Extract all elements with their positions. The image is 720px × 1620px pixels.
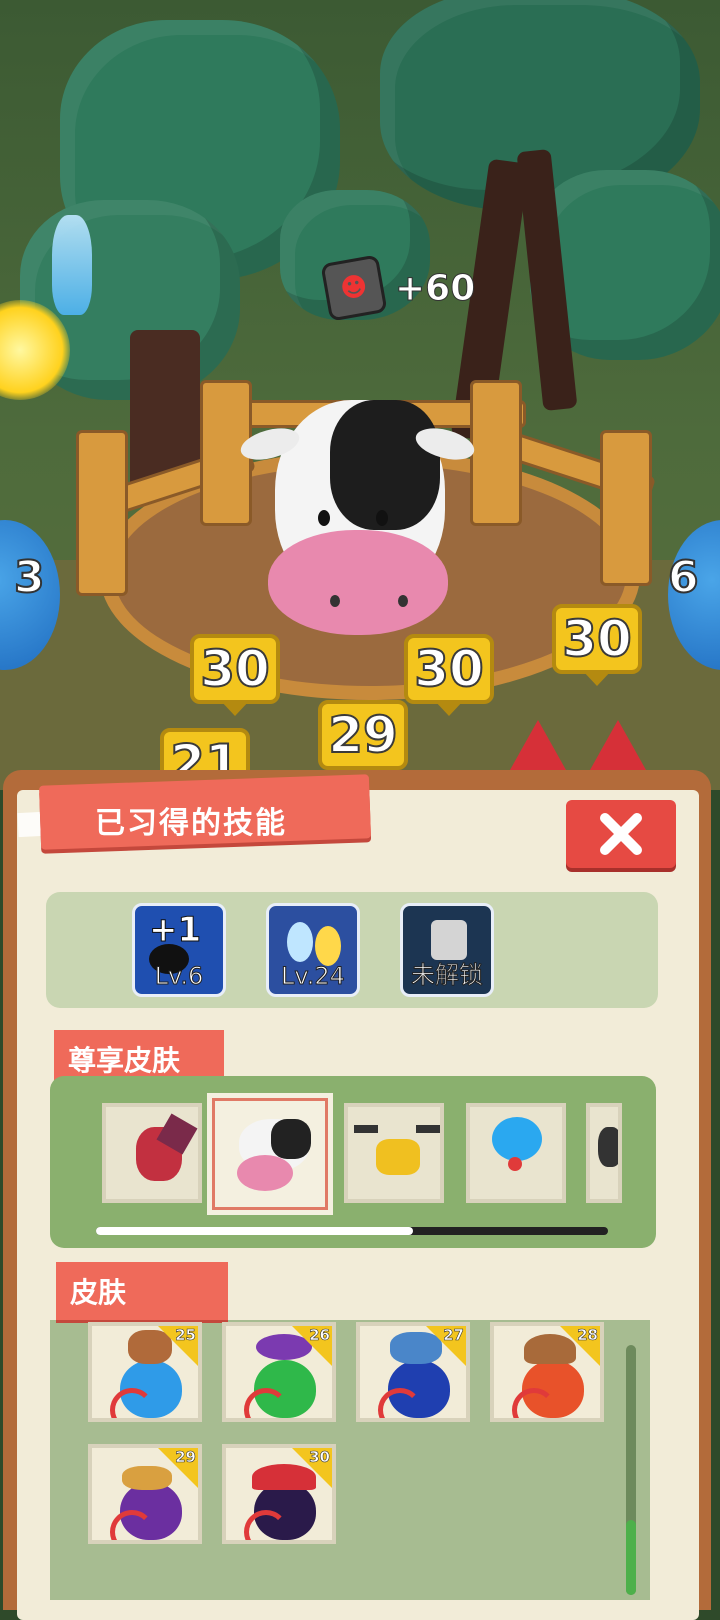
cow-muzzle-icon [237,1155,293,1191]
skill-level: 未解锁 [411,961,484,990]
propeller-icon [354,1125,378,1133]
cow-muzzle [268,530,448,635]
red-creature-ear [590,720,646,770]
skin-level: 28 [577,1326,598,1344]
counter-badge: 30 [552,604,642,694]
scrollbar-thumb[interactable] [96,1227,414,1235]
panel-title: 已习得的技能 [95,806,287,841]
skins-header: 皮肤 [56,1262,228,1320]
reward-amount: +60 [394,267,476,309]
skill-locked[interactable]: 未解锁 [400,903,494,997]
jelly-mouth-icon [508,1157,522,1171]
counter-value: 30 [561,609,633,669]
feather-icon [287,922,313,962]
skill-plus-one[interactable]: +1 Lv.6 [132,903,226,997]
reward-popup: ☻ +60 [320,254,476,322]
feather-icon [315,926,341,966]
fence-post [76,430,128,596]
skins-scrollbar[interactable] [626,1345,636,1595]
skill-feather[interactable]: Lv.24 [266,903,360,997]
cow-nostril [330,595,340,607]
cat-icon [598,1127,618,1167]
fence-post [470,380,522,526]
cow-character[interactable] [237,380,478,650]
egg-left-count: 3 [13,551,46,604]
counter-value: 30 [199,639,271,699]
skill-level: Lv.24 [281,962,346,991]
egg-right-count: 6 [667,551,700,604]
fence-post [600,430,652,586]
counter-value: 30 [413,639,485,699]
counter-value: 29 [327,705,399,765]
scrollbar-thumb[interactable] [626,1520,636,1595]
premium-skin-cat[interactable] [586,1103,622,1203]
cow-eye [376,510,388,526]
cow-spot-icon [271,1119,311,1159]
skin-level: 27 [443,1326,464,1344]
close-button[interactable] [566,800,676,868]
skin-level: 25 [175,1326,196,1344]
skin-card[interactable]: 27 [356,1322,470,1422]
skin-level: 26 [309,1326,330,1344]
skill-level: Lv.6 [154,962,204,991]
cow-eye [318,510,330,526]
game-scene: ☻ +60 30 30 30 29 21 3 6 [0,0,720,790]
red-creature-ear [510,720,566,770]
lock-icon [431,920,467,960]
counter-badge: 30 [404,634,494,724]
skin-card[interactable]: 25 [88,1322,202,1422]
premium-skins-scrollbar[interactable] [96,1227,608,1235]
cow-nostril [398,595,408,607]
premium-skin-jelly[interactable] [466,1103,566,1203]
skin-level: 29 [175,1448,196,1466]
premium-skin-drone[interactable] [344,1103,444,1203]
skin-card[interactable]: 29 [88,1444,202,1544]
skin-card[interactable]: 26 [222,1322,336,1422]
counter-badge: 30 [190,634,280,724]
crystal [52,215,92,315]
skin-card[interactable]: 30 [222,1444,336,1544]
close-icon [600,813,642,855]
skin-level: 30 [309,1448,330,1466]
premium-skin-cow[interactable] [212,1098,328,1210]
propeller-icon [416,1125,440,1133]
enemy-token-icon: ☻ [320,254,388,322]
drone-icon [376,1139,420,1175]
premium-skin-dragon[interactable] [102,1103,202,1203]
jelly-icon [492,1117,542,1161]
skin-card[interactable]: 28 [490,1322,604,1422]
